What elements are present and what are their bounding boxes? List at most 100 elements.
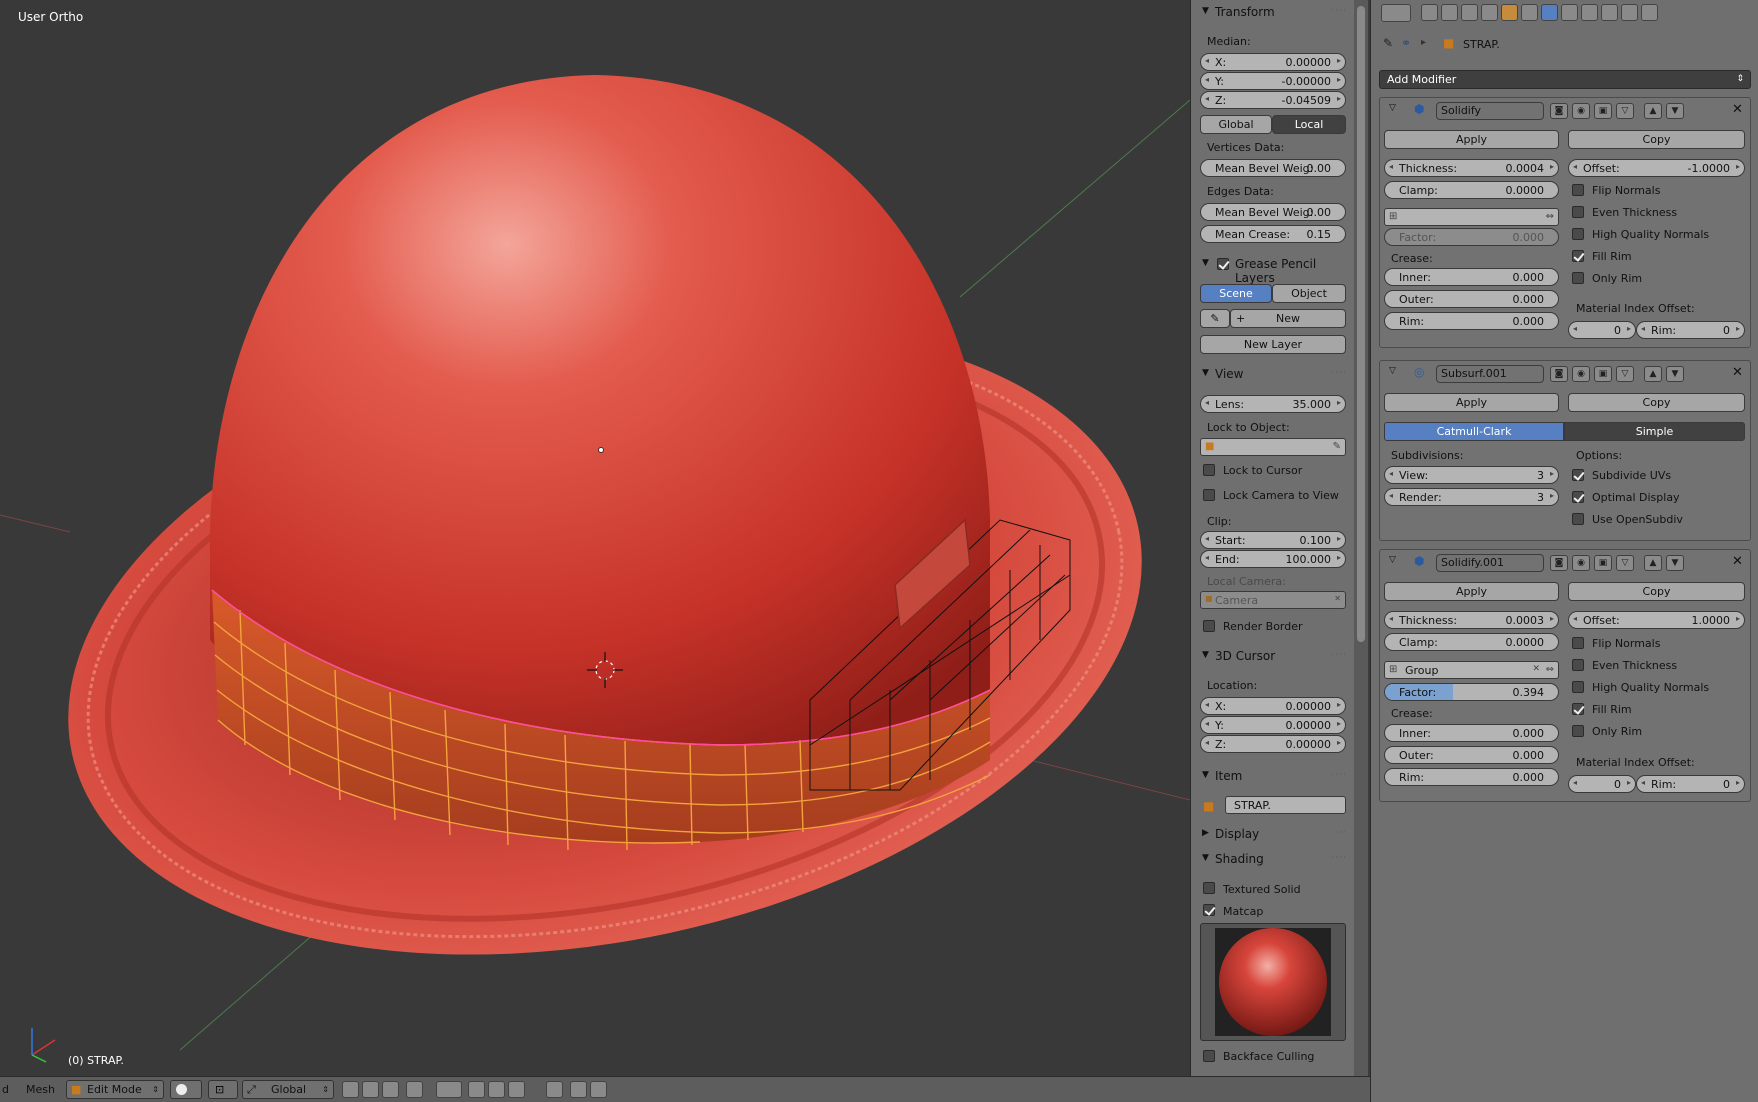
- render-toggle-icon[interactable]: ◙: [1550, 555, 1568, 571]
- cage-toggle-icon[interactable]: ▽: [1616, 366, 1634, 382]
- subsurf-copy-button[interactable]: Copy: [1568, 393, 1745, 412]
- move-down-icon[interactable]: ▼: [1666, 555, 1684, 571]
- vertex-select-icon[interactable]: [342, 1081, 359, 1098]
- subsurf-view-field[interactable]: ◂ View: 3 ▸: [1384, 466, 1559, 484]
- transform-header[interactable]: ▼ Transform ····: [1191, 1, 1354, 23]
- move-down-icon[interactable]: ▼: [1666, 103, 1684, 119]
- face-select-icon[interactable]: [382, 1081, 399, 1098]
- textured-solid-checkbox[interactable]: [1203, 882, 1215, 894]
- edge-bevel-weight-field[interactable]: Mean Bevel Weig: 0.00: [1200, 203, 1346, 221]
- use-opensubdiv-checkbox[interactable]: [1572, 513, 1584, 525]
- cursor-x-field[interactable]: ◂ X: 0.00000 ▸: [1200, 697, 1346, 715]
- shading-header[interactable]: ▼ Shading ····: [1191, 848, 1354, 870]
- editmode-toggle-icon[interactable]: ▣: [1594, 103, 1612, 119]
- editor-type-icon[interactable]: [1381, 4, 1411, 22]
- cage-toggle-icon[interactable]: ▽: [1616, 103, 1634, 119]
- solidify-rim-field[interactable]: Rim: 0.000: [1384, 312, 1559, 330]
- snap-target-icon[interactable]: [508, 1081, 525, 1098]
- material-tab-icon[interactable]: [1581, 4, 1598, 21]
- solidify-001-material-offset-field[interactable]: ◂ 0 ▸: [1568, 775, 1636, 793]
- solidify-factor-field[interactable]: Factor: 0.000: [1384, 228, 1559, 246]
- solidify-001-clamp-field[interactable]: Clamp: 0.0000: [1384, 633, 1559, 651]
- solidify-vertex-group-field[interactable]: ⊞ ⇔: [1384, 208, 1559, 226]
- 3d-viewport[interactable]: User Ortho (0) STRAP.: [0, 0, 1190, 1076]
- solidify-only-rim-checkbox[interactable]: [1572, 272, 1584, 284]
- solidify-outer-field[interactable]: Outer: 0.000: [1384, 290, 1559, 308]
- solidify-clamp-field[interactable]: Clamp: 0.0000: [1384, 181, 1559, 199]
- solidify-001-flip-normals-checkbox[interactable]: [1572, 637, 1584, 649]
- viewport-eye-icon[interactable]: ◉: [1572, 555, 1590, 571]
- viewport-eye-icon[interactable]: ◉: [1572, 103, 1590, 119]
- modifiers-tab-icon[interactable]: [1541, 4, 1558, 21]
- clip-end-field[interactable]: ◂ End: 100.000 ▸: [1200, 550, 1346, 568]
- move-up-icon[interactable]: ▲: [1644, 366, 1662, 382]
- grease-new-button[interactable]: + New: [1230, 309, 1346, 328]
- solidify-001-even-thickness-checkbox[interactable]: [1572, 659, 1584, 671]
- data-tab-icon[interactable]: [1561, 4, 1578, 21]
- solidify-001-inner-field[interactable]: Inner: 0.000: [1384, 724, 1559, 742]
- grease-pencil-header[interactable]: ▼ Grease Pencil Layers: [1191, 253, 1354, 285]
- move-up-icon[interactable]: ▲: [1644, 555, 1662, 571]
- subsurf-render-field[interactable]: ◂ Render: 3 ▸: [1384, 488, 1559, 506]
- pin-icon[interactable]: ✎: [1383, 36, 1393, 50]
- matcap-checkbox[interactable]: [1203, 904, 1215, 916]
- solidify-material-rim-field[interactable]: ◂ Rim: 0 ▸: [1636, 321, 1745, 339]
- item-header[interactable]: ▼ Item ····: [1191, 765, 1354, 787]
- solidify-001-apply-button[interactable]: Apply: [1384, 582, 1559, 601]
- constraints-tab-icon[interactable]: [1521, 4, 1538, 21]
- add-modifier-dropdown[interactable]: Add Modifier ⇕: [1379, 70, 1751, 89]
- cage-toggle-icon[interactable]: ▽: [1616, 555, 1634, 571]
- new-layer-button[interactable]: New Layer: [1200, 335, 1346, 354]
- 3d-cursor-header[interactable]: ▼ 3D Cursor ····: [1191, 645, 1354, 667]
- solidify-001-vertex-group-field[interactable]: ⊞ Group ✕ ⇔: [1384, 661, 1559, 679]
- close-icon[interactable]: ✕: [1732, 365, 1743, 380]
- particles-tab-icon[interactable]: [1621, 4, 1638, 21]
- proportional-edit-icon[interactable]: [436, 1081, 462, 1098]
- backface-culling-checkbox[interactable]: [1203, 1050, 1215, 1062]
- edge-select-icon[interactable]: [362, 1081, 379, 1098]
- snap-icon[interactable]: [468, 1081, 485, 1098]
- vertex-bevel-weight-field[interactable]: Mean Bevel Weig: 0.00: [1200, 159, 1346, 177]
- shelf-scrollbar-thumb[interactable]: [1357, 6, 1365, 642]
- render-border-checkbox[interactable]: [1203, 620, 1215, 632]
- simple-button[interactable]: Simple: [1564, 422, 1745, 441]
- grease-pencil-checkbox[interactable]: [1217, 258, 1229, 270]
- subsurf-apply-button[interactable]: Apply: [1384, 393, 1559, 412]
- solidify-inner-field[interactable]: Inner: 0.000: [1384, 268, 1559, 286]
- lens-field[interactable]: ◂ Lens: 35.000 ▸: [1200, 395, 1346, 413]
- solidify-001-copy-button[interactable]: Copy: [1568, 582, 1745, 601]
- collapse-triangle-icon[interactable]: ▽: [1389, 103, 1396, 113]
- solidify-001-name-field[interactable]: Solidify.001: [1436, 554, 1544, 572]
- median-y-field[interactable]: ◂ Y: -0.00000 ▸: [1200, 72, 1346, 90]
- view-header[interactable]: ▼ View ····: [1191, 363, 1354, 385]
- solidify-name-field[interactable]: Solidify: [1436, 102, 1544, 120]
- snap-element-icon[interactable]: [488, 1081, 505, 1098]
- grease-object-button[interactable]: Object: [1272, 284, 1346, 303]
- mode-dropdown[interactable]: ■ Edit Mode ⇕: [66, 1080, 164, 1099]
- collapse-triangle-icon[interactable]: ▽: [1389, 555, 1396, 565]
- viewport-eye-icon[interactable]: ◉: [1572, 366, 1590, 382]
- texture-tab-icon[interactable]: [1601, 4, 1618, 21]
- limit-selection-icon[interactable]: [406, 1081, 423, 1098]
- opengl-render-icon[interactable]: [570, 1081, 587, 1098]
- solidify-even-thickness-checkbox[interactable]: [1572, 206, 1584, 218]
- orientation-dropdown[interactable]: ⤢ Global ⇕: [242, 1080, 334, 1099]
- matcap-preview[interactable]: [1200, 923, 1346, 1041]
- mean-crease-field[interactable]: Mean Crease: 0.15: [1200, 225, 1346, 243]
- move-down-icon[interactable]: ▼: [1666, 366, 1684, 382]
- editmode-toggle-icon[interactable]: ▣: [1594, 366, 1612, 382]
- local-camera-field[interactable]: ■ Camera ✕: [1200, 591, 1346, 609]
- opengl-anim-icon[interactable]: [590, 1081, 607, 1098]
- solidify-hq-normals-checkbox[interactable]: [1572, 228, 1584, 240]
- move-up-icon[interactable]: ▲: [1644, 103, 1662, 119]
- solidify-fill-rim-checkbox[interactable]: [1572, 250, 1584, 262]
- view-menu[interactable]: d: [2, 1083, 9, 1096]
- pencil-icon[interactable]: ✎: [1200, 309, 1230, 328]
- mesh-menu[interactable]: Mesh: [26, 1083, 55, 1096]
- solidify-001-hq-normals-checkbox[interactable]: [1572, 681, 1584, 693]
- solidify-apply-button[interactable]: Apply: [1384, 130, 1559, 149]
- render-tab-icon[interactable]: [1421, 4, 1438, 21]
- close-icon[interactable]: ✕: [1732, 102, 1743, 117]
- solidify-offset-field[interactable]: ◂ Offset: -1.0000 ▸: [1568, 159, 1745, 177]
- close-icon[interactable]: ✕: [1732, 554, 1743, 569]
